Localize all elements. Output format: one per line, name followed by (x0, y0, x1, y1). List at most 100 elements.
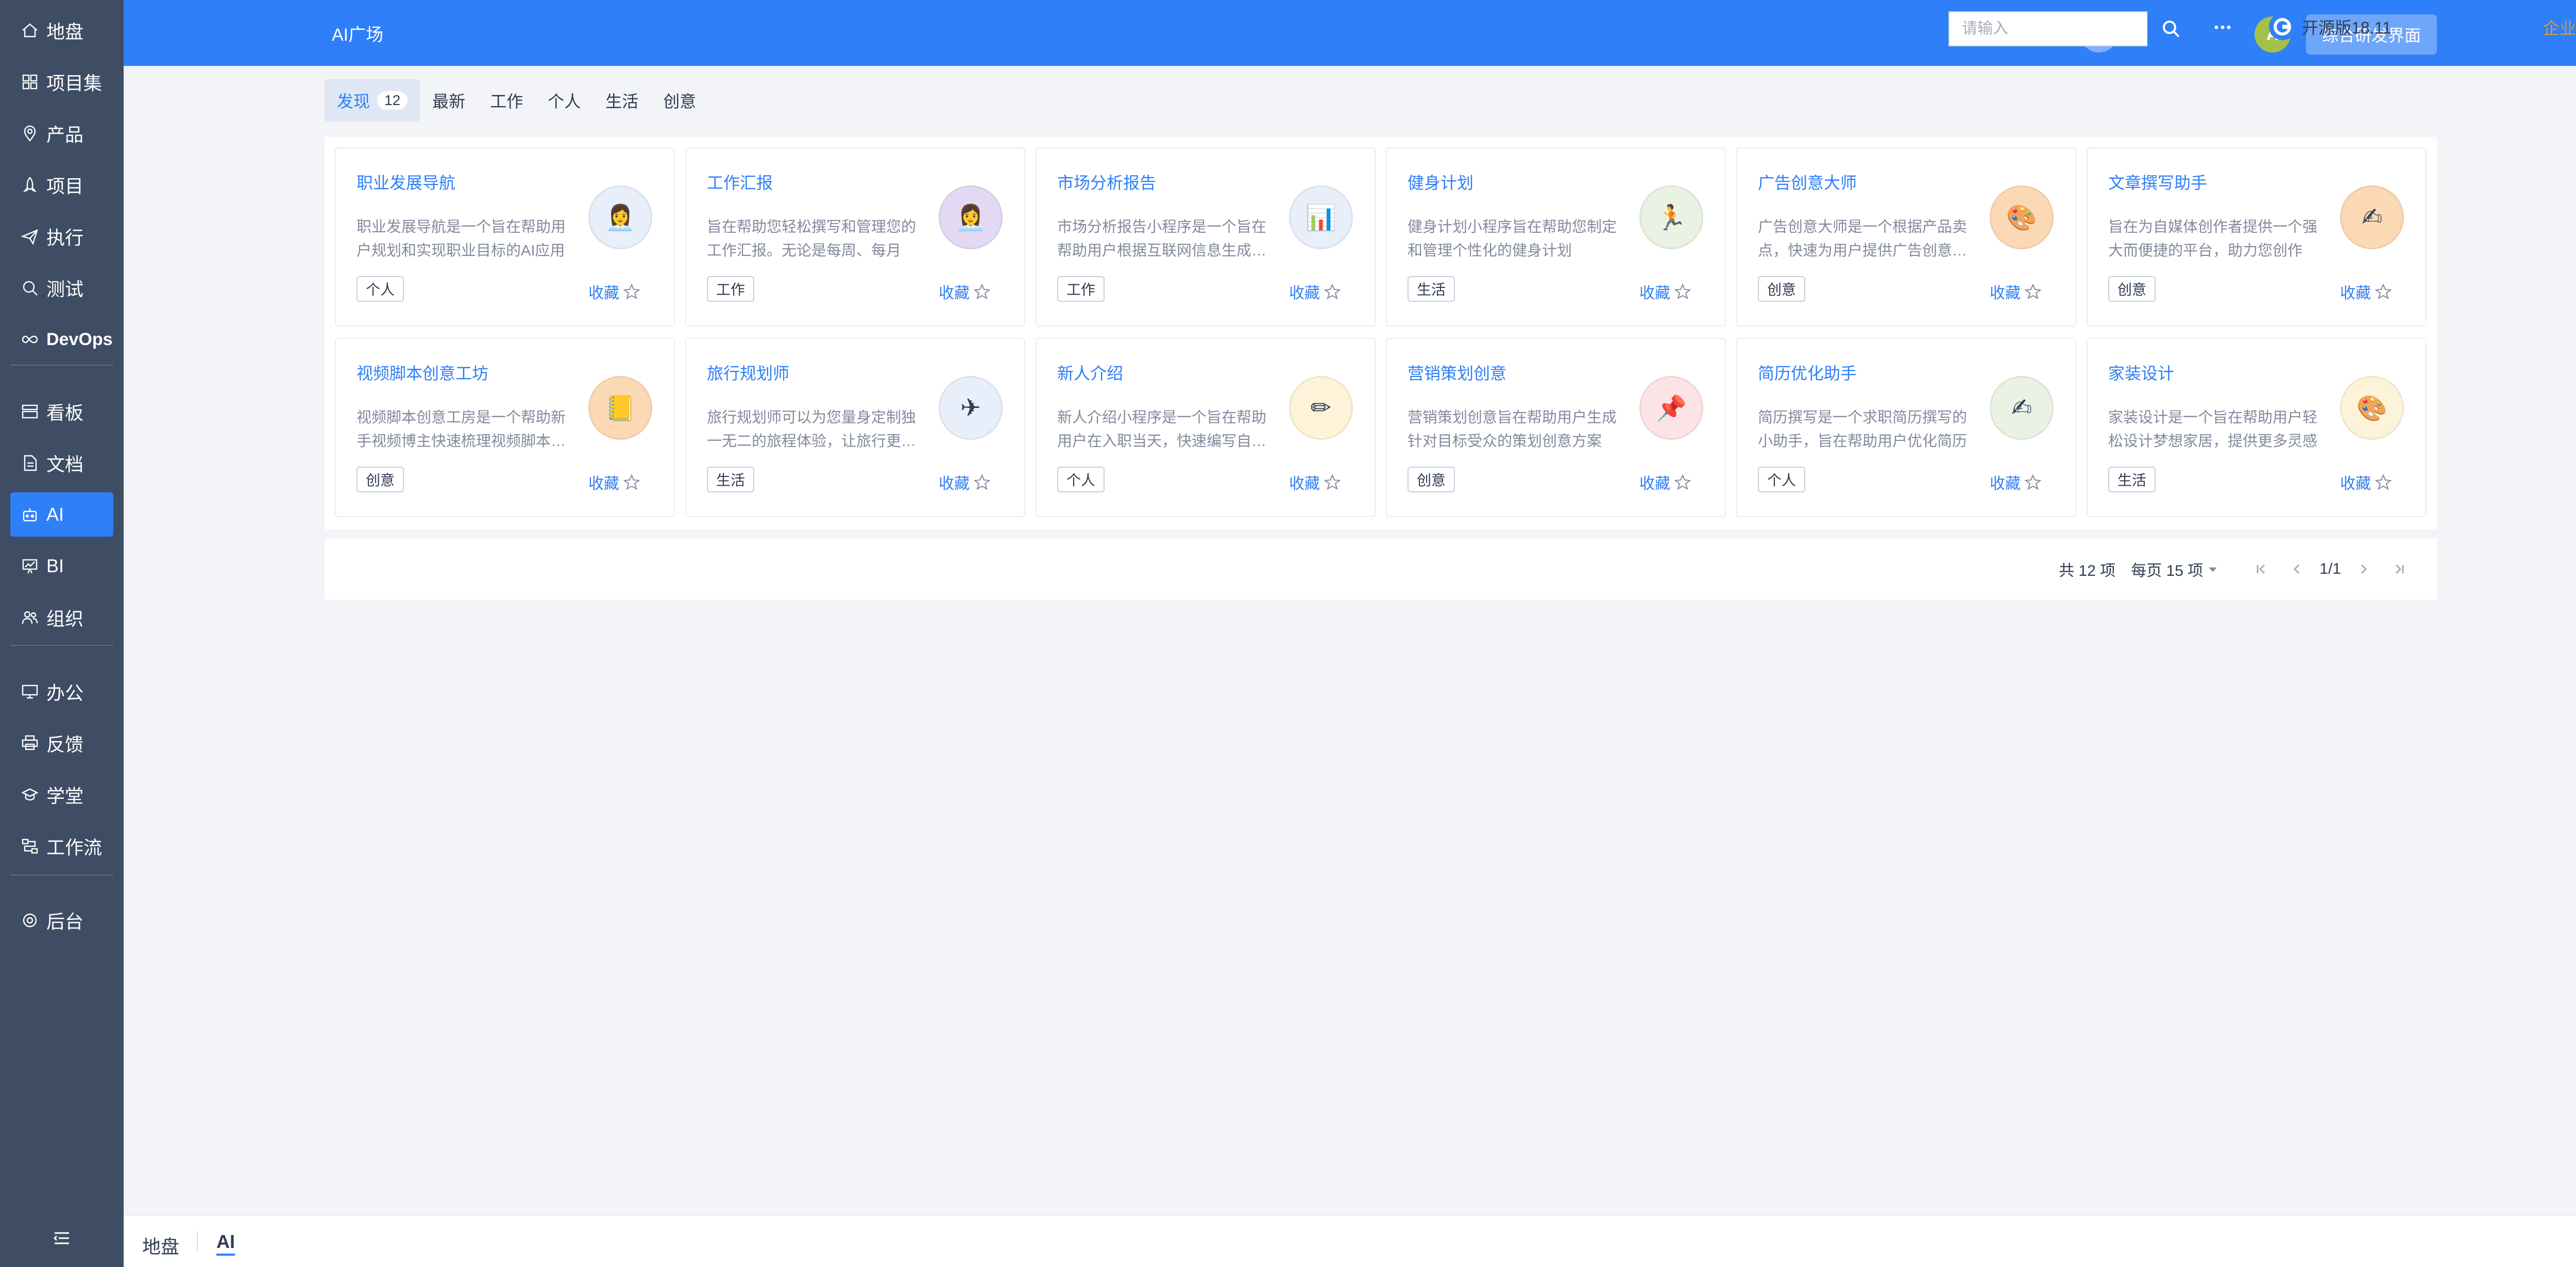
app-card[interactable]: 职业发展导航 职业发展导航是一个旨在帮助用户规划和实现职业目标的AI应用 👩‍💼 个人… (335, 147, 675, 327)
card-title[interactable]: 视频脚本创意工坊 (357, 361, 488, 384)
favorite-label: 收藏 (588, 285, 619, 302)
search-input[interactable] (1948, 11, 2148, 46)
tab-0[interactable]: 发现 12 (325, 79, 420, 122)
tab-2[interactable]: 工作 (478, 79, 535, 122)
app-card[interactable]: 视频脚本创意工坊视频脚本创意工房是一个帮助新手视频博主快速梳理视频脚本的工具 📒 创… (335, 338, 675, 517)
sidebar-item-5[interactable]: 测试 (10, 266, 113, 310)
edition-link[interactable]: 企业版 ? (2543, 15, 2576, 39)
favorite-button[interactable]: 收藏 (939, 280, 990, 303)
tab-4[interactable]: 生活 (593, 79, 651, 122)
tab-3[interactable]: 个人 (535, 79, 593, 122)
sidebar-item-10[interactable]: BI (10, 544, 113, 588)
tab-5[interactable]: 创意 (651, 79, 708, 122)
page-title: AI广场 (332, 25, 384, 45)
favorite-label: 收藏 (939, 475, 970, 492)
tab-label: 发现 (337, 92, 370, 111)
favorite-button[interactable]: 收藏 (1289, 280, 1341, 303)
sidebar-item-11[interactable]: 组织 (10, 595, 113, 640)
category-tag: 生活 (2108, 467, 2156, 492)
chevron-right-icon (2361, 564, 2367, 574)
breadcrumb-divider (197, 1231, 198, 1252)
sidebar-item-8[interactable]: 文档 (10, 441, 113, 485)
favorite-button[interactable]: 收藏 (1990, 280, 2041, 303)
app-avatar-icon: 🎨 (1990, 185, 2054, 249)
card-title[interactable]: 工作汇报 (707, 170, 773, 194)
card-description: 职业发展导航是一个旨在帮助用户规划和实现职业目标的AI应用 (357, 219, 566, 259)
card-title[interactable]: 职业发展导航 (357, 170, 455, 194)
favorite-button[interactable]: 收藏 (1639, 471, 1691, 493)
app-card[interactable]: 新人介绍新人介绍小程序是一个旨在帮助用户在入职当天，快速编写自我介绍 ✏ 个人 收藏 (1036, 338, 1376, 517)
favorite-button[interactable]: 收藏 (588, 471, 640, 493)
prev-page-button[interactable] (2284, 557, 2309, 581)
collapse-menu-icon[interactable] (49, 1226, 74, 1251)
sidebar-item-9[interactable]: AI (10, 492, 113, 537)
card-title[interactable]: 广告创意大师 (1758, 170, 1857, 194)
card-title[interactable]: 家装设计 (2108, 361, 2174, 384)
app-card[interactable]: 营销策划创意 营销策划创意旨在帮助用户生成针对目标受众的策划创意方案 📌 创意 收藏 (1386, 338, 1726, 517)
pagination-bar: 共 12 项 每页 15 项 1/1 (325, 539, 2437, 600)
card-title[interactable]: 旅行规划师 (707, 361, 789, 384)
sidebar-item-7[interactable]: 看板 (10, 389, 113, 434)
app-card[interactable]: 广告创意大师广告创意大师是一个根据产品卖点，快速为用户提供广告创意的工具 🎨 创意 收… (1736, 147, 2076, 327)
app-card[interactable]: 健身计划 健身计划小程序旨在帮助您制定和管理个性化的健身计划 🏃 生活 收藏 (1386, 147, 1726, 327)
kanban-icon (19, 400, 41, 423)
last-page-button[interactable] (2386, 557, 2411, 581)
sidebar-item-13[interactable]: 反馈 (10, 721, 113, 765)
card-title[interactable]: 营销策划创意 (1408, 361, 1506, 384)
version-info[interactable]: 开源版18.11 (2267, 11, 2392, 42)
favorite-button[interactable]: 收藏 (2340, 280, 2392, 303)
star-icon (2025, 474, 2041, 490)
star-icon (623, 474, 640, 490)
app-card[interactable]: 简历优化助手 简历撰写是一个求职简历撰写的小助手，旨在帮助用户优化简历 ✍ 个人 收藏 (1736, 338, 2076, 517)
star-icon (2375, 474, 2392, 490)
sidebar-item-16[interactable]: 后台 (10, 898, 113, 943)
sidebar-item-1[interactable]: 项目集 (10, 60, 113, 104)
card-title[interactable]: 市场分析报告 (1057, 170, 1156, 194)
sidebar-item-15[interactable]: 工作流 (10, 824, 113, 868)
location-pin-icon (19, 122, 41, 145)
sidebar-item-0[interactable]: 地盘 (10, 8, 113, 53)
card-title[interactable]: 新人介绍 (1057, 361, 1123, 384)
sidebar-item-label: 办公 (46, 682, 84, 704)
card-title[interactable]: 健身计划 (1408, 170, 1473, 194)
per-page-select[interactable]: 每页 15 项 (2131, 558, 2218, 580)
tab-label: 生活 (605, 92, 639, 111)
app-card[interactable]: 旅行规划师旅行规划师可以为您量身定制独一无二的旅程体验，让旅行更轻松 ✈ 生活 收藏 (685, 338, 1025, 517)
breadcrumb-home[interactable]: 地盘 (142, 1232, 179, 1259)
card-title[interactable]: 文章撰写助手 (2108, 170, 2207, 194)
monitor-icon (19, 680, 41, 703)
sidebar-item-14[interactable]: 学堂 (10, 773, 113, 817)
sidebar-item-6[interactable]: DevOps (10, 317, 113, 362)
app-card[interactable]: 家装设计 家装设计是一个旨在帮助用户轻松设计梦想家居，提供更多灵感 🎨 生活 收藏 (2087, 338, 2427, 517)
favorite-button[interactable]: 收藏 (1990, 471, 2041, 493)
sidebar-item-label: 地盘 (46, 21, 84, 42)
category-tag: 个人 (357, 276, 404, 302)
favorite-button[interactable]: 收藏 (2340, 471, 2392, 493)
next-page-button[interactable] (2351, 557, 2376, 581)
app-card[interactable]: 文章撰写助手 旨在为自媒体创作者提供一个强大而便捷的平台，助力您创作 ✍ 创意 收藏 (2087, 147, 2427, 327)
sidebar-item-label: 反馈 (46, 734, 84, 755)
favorite-button[interactable]: 收藏 (1289, 471, 1341, 493)
sidebar-item-12[interactable]: 办公 (10, 670, 113, 714)
category-tag: 个人 (1057, 467, 1105, 492)
favorite-button[interactable]: 收藏 (1639, 280, 1691, 303)
search-icon (2163, 21, 2180, 38)
magnifier-icon (19, 277, 41, 299)
sidebar-item-3[interactable]: 项目 (10, 163, 113, 207)
card-title[interactable]: 简历优化助手 (1758, 361, 1857, 384)
first-page-button[interactable] (2249, 557, 2274, 581)
breadcrumb-current[interactable]: AI (216, 1231, 235, 1256)
tab-label: 个人 (548, 92, 581, 111)
sidebar-item-2[interactable]: 产品 (10, 111, 113, 156)
favorite-button[interactable]: 收藏 (588, 280, 640, 303)
card-description: 家装设计是一个旨在帮助用户轻松设计梦想家居，提供更多灵感 (2108, 409, 2318, 450)
search-button[interactable] (2147, 11, 2195, 46)
favorite-button[interactable]: 收藏 (939, 471, 990, 493)
app-card[interactable]: 市场分析报告市场分析报告小程序是一个旨在帮助用户根据互联网信息生成报告 📊 工作 收藏 (1036, 147, 1376, 327)
app-card[interactable]: 工作汇报 旨在帮助您轻松撰写和管理您的工作汇报。无论是每周、每月 👩‍💼 工作 收藏 (685, 147, 1025, 327)
ai-chat-icon[interactable]: AI (2207, 11, 2248, 44)
app-card-grid: 职业发展导航 职业发展导航是一个旨在帮助用户规划和实现职业目标的AI应用 👩‍💼 个人… (325, 137, 2437, 529)
sidebar-item-4[interactable]: 执行 (10, 214, 113, 259)
tab-1[interactable]: 最新 (420, 79, 478, 122)
graduation-icon (19, 783, 41, 806)
